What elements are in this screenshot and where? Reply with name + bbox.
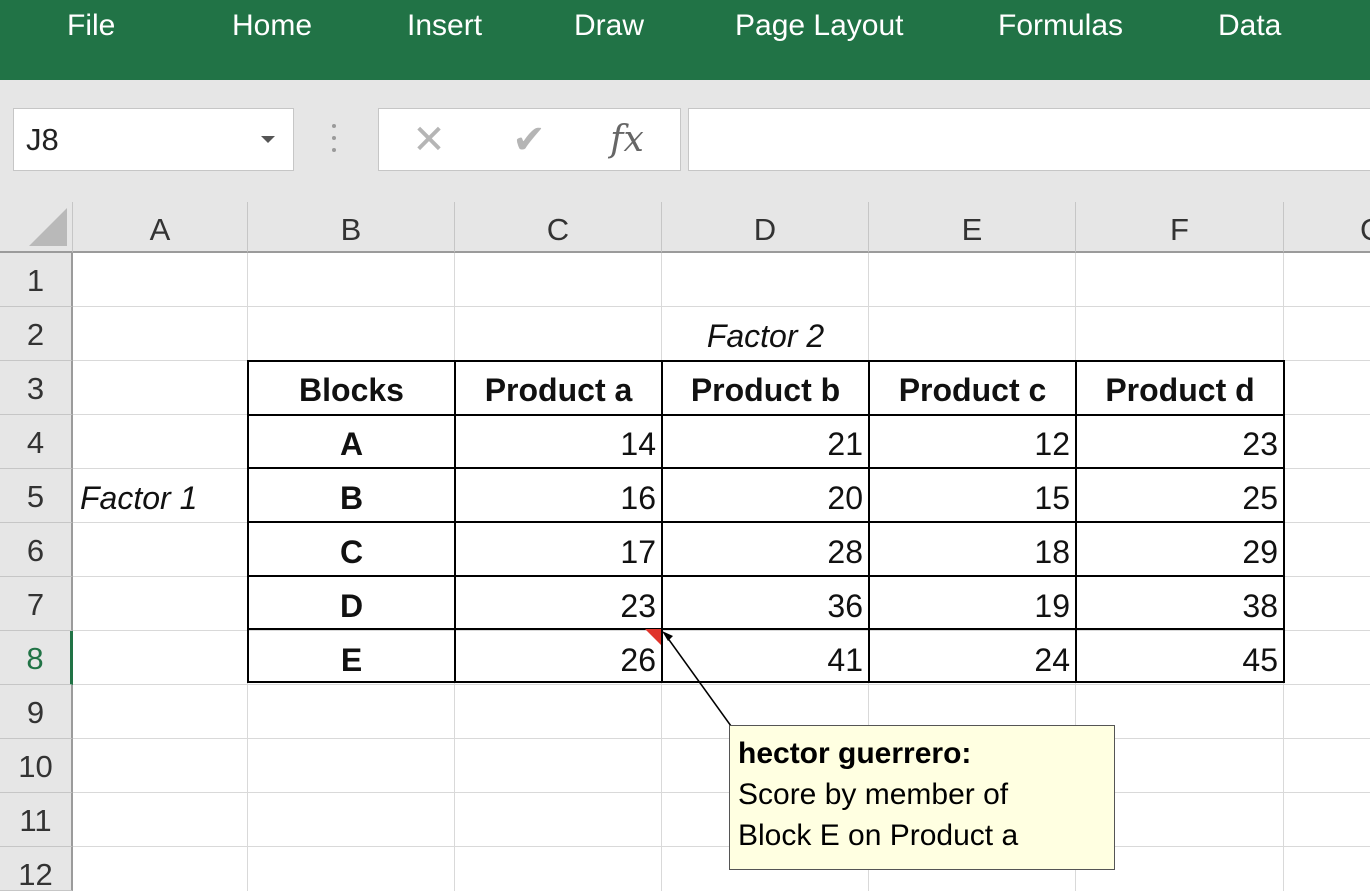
table-cell[interactable]: 17 [455, 523, 662, 577]
column-header-e[interactable]: E [869, 202, 1076, 253]
table-cell[interactable]: 29 [1076, 523, 1284, 577]
factor1-label[interactable]: Factor 1 [80, 469, 248, 523]
select-all-button[interactable] [0, 202, 73, 253]
formula-buttons: ✕ ✔ fx [378, 108, 681, 171]
table-cell[interactable]: 12 [869, 415, 1076, 469]
formula-input[interactable] [688, 108, 1370, 171]
tab-page-layout[interactable]: Page Layout [735, 6, 903, 46]
factor2-label[interactable]: Factor 2 [662, 307, 869, 361]
table-border [247, 414, 1285, 416]
row-header-4[interactable]: 4 [0, 415, 73, 469]
table-cell[interactable]: 25 [1076, 469, 1284, 523]
name-box-value: J8 [26, 122, 59, 157]
table-border [868, 360, 870, 683]
tab-formulas[interactable]: Formulas [998, 6, 1123, 46]
select-all-icon [29, 208, 67, 246]
block-label[interactable]: C [248, 523, 455, 577]
drag-handle-icon[interactable] [330, 124, 338, 156]
table-cell[interactable]: 24 [869, 631, 1076, 685]
tab-data[interactable]: Data [1218, 6, 1281, 46]
table-cell[interactable]: 23 [455, 577, 662, 631]
table-cell[interactable]: 14 [455, 415, 662, 469]
table-cell[interactable]: 15 [869, 469, 1076, 523]
row-header-1[interactable]: 1 [0, 253, 73, 307]
header-blocks[interactable]: Blocks [248, 361, 455, 415]
row-header-6[interactable]: 6 [0, 523, 73, 577]
table-cell[interactable]: 20 [662, 469, 869, 523]
row-header-10[interactable]: 10 [0, 739, 73, 793]
comment-indicator-icon[interactable] [645, 629, 661, 645]
row-header-5[interactable]: 5 [0, 469, 73, 523]
chevron-down-icon[interactable] [261, 136, 275, 143]
cancel-icon[interactable]: ✕ [399, 109, 459, 171]
block-label[interactable]: D [248, 577, 455, 631]
table-border [247, 467, 1285, 469]
table-cell[interactable]: 18 [869, 523, 1076, 577]
check-icon[interactable]: ✔ [499, 109, 559, 171]
comment-box[interactable]: hector guerrero: Score by member of Bloc… [729, 725, 1115, 870]
comment-author: hector guerrero: [738, 737, 972, 770]
table-border [247, 360, 249, 683]
function-icon[interactable]: fx [597, 109, 657, 171]
comment-text: Score by member of Block E on Product a [738, 778, 1019, 852]
table-cell[interactable]: 38 [1076, 577, 1284, 631]
tab-draw[interactable]: Draw [574, 6, 644, 46]
header-product-a[interactable]: Product a [455, 361, 662, 415]
formula-bar: J8 ✕ ✔ fx [0, 80, 1370, 202]
gridline [73, 792, 1370, 793]
table-border [661, 360, 663, 683]
block-label[interactable]: E [248, 631, 455, 685]
row-header-2[interactable]: 2 [0, 307, 73, 361]
ribbon-tab-bar: File Home Insert Draw Page Layout Formul… [0, 0, 1370, 80]
table-border [1075, 360, 1077, 683]
table-cell[interactable]: 28 [662, 523, 869, 577]
gridline [73, 846, 1370, 847]
column-header-c[interactable]: C [455, 202, 662, 253]
column-header-d[interactable]: D [662, 202, 869, 253]
name-box[interactable]: J8 [13, 108, 294, 171]
tab-file[interactable]: File [67, 6, 115, 46]
table-border [247, 628, 1285, 630]
column-header-b[interactable]: B [248, 202, 455, 253]
column-header-f[interactable]: F [1076, 202, 1284, 253]
table-cell[interactable]: 21 [662, 415, 869, 469]
column-header-a[interactable]: A [73, 202, 248, 253]
table-cell[interactable]: 41 [662, 631, 869, 685]
gridline [73, 738, 1370, 739]
table-cell[interactable]: 36 [662, 577, 869, 631]
tab-home[interactable]: Home [232, 6, 312, 46]
row-header-7[interactable]: 7 [0, 577, 73, 631]
table-border [247, 681, 1285, 683]
table-border [247, 575, 1285, 577]
table-cell[interactable]: 26 [455, 631, 662, 685]
table-border [247, 360, 1285, 362]
tab-insert[interactable]: Insert [407, 6, 482, 46]
table-border [1283, 360, 1285, 683]
header-product-c[interactable]: Product c [869, 361, 1076, 415]
table-cell[interactable]: 45 [1076, 631, 1284, 685]
table-cell[interactable]: 23 [1076, 415, 1284, 469]
header-product-d[interactable]: Product d [1076, 361, 1284, 415]
table-cell[interactable]: 16 [455, 469, 662, 523]
table-border [247, 521, 1285, 523]
block-label[interactable]: B [248, 469, 455, 523]
table-cell[interactable]: 19 [869, 577, 1076, 631]
block-label[interactable]: A [248, 415, 455, 469]
row-header-8[interactable]: 8 [0, 631, 73, 685]
row-header-11[interactable]: 11 [0, 793, 73, 847]
table-border [454, 360, 456, 683]
row-header-12[interactable]: 12 [0, 847, 73, 891]
row-header-3[interactable]: 3 [0, 361, 73, 415]
header-product-b[interactable]: Product b [662, 361, 869, 415]
row-header-9[interactable]: 9 [0, 685, 73, 739]
column-header-g[interactable]: G [1284, 202, 1370, 253]
